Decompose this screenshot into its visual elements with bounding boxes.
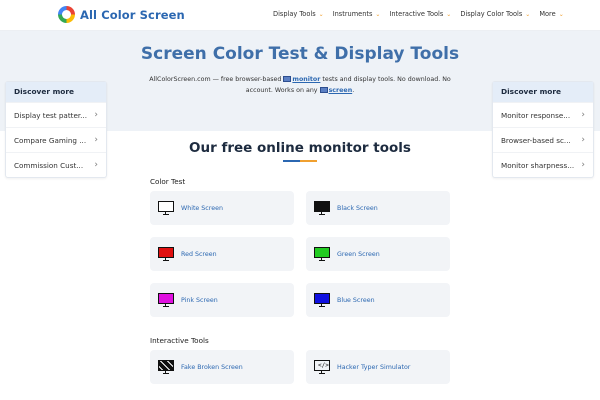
discover-more-heading: Discover more — [6, 82, 106, 102]
monitor-icon — [314, 293, 330, 307]
chevron-down-icon: ⌄ — [375, 10, 381, 18]
nav-display-tools[interactable]: Display Tools ⌄ — [273, 10, 324, 18]
discover-item[interactable]: Display test patter... › — [6, 102, 106, 127]
monitor-screen — [314, 201, 330, 212]
tool-label: Hacker Typer Simulator — [337, 363, 411, 371]
nav-label: Display Tools — [273, 10, 316, 18]
nav-instruments[interactable]: Instruments ⌄ — [333, 10, 381, 18]
monitor-screen — [158, 293, 174, 304]
screen-link[interactable]: screen — [329, 87, 353, 94]
tool-label: Fake Broken Screen — [181, 363, 243, 371]
tool-tile-black-screen[interactable]: Black Screen — [306, 191, 450, 225]
tool-tile-pink-screen[interactable]: Pink Screen — [150, 283, 294, 317]
chevron-right-icon: › — [94, 160, 98, 170]
nav-label: More — [539, 10, 556, 18]
monitor-icon — [158, 247, 174, 261]
discover-item-label: Monitor sharpness... — [501, 160, 575, 170]
discover-item-label: Display test patter... — [14, 110, 88, 120]
monitor-icon — [283, 76, 292, 82]
tool-label: Red Screen — [181, 250, 217, 258]
tool-tile-blue-screen[interactable]: Blue Screen — [306, 283, 450, 317]
chevron-down-icon: ⌄ — [318, 10, 324, 18]
monitor-icon — [158, 201, 174, 215]
monitor-icon — [314, 201, 330, 215]
color-ring-logo-icon — [58, 6, 75, 23]
logo-text: All Color Screen — [80, 7, 185, 22]
chevron-down-icon: ⌄ — [558, 10, 564, 18]
group-label-interactive-tools: Interactive Tools — [150, 336, 209, 345]
tool-tile-hacker-typer[interactable]: </> Hacker Typer Simulator — [306, 350, 450, 384]
chevron-right-icon: › — [94, 110, 98, 120]
chevron-down-icon: ⌄ — [446, 10, 452, 18]
monitor-screen — [158, 247, 174, 258]
intro-text: AllColorScreen.com — free browser-based … — [145, 75, 455, 96]
intro-end: . — [352, 86, 355, 94]
main-nav: Display Tools ⌄ Instruments ⌄ Interactiv… — [273, 10, 573, 18]
site-logo[interactable]: All Color Screen — [58, 6, 185, 23]
tool-tile-red-screen[interactable]: Red Screen — [150, 237, 294, 271]
monitor-link[interactable]: monitor — [292, 76, 320, 83]
group-label-color-test: Color Test — [150, 177, 186, 186]
tool-tile-green-screen[interactable]: Green Screen — [306, 237, 450, 271]
tool-label: Pink Screen — [181, 296, 218, 304]
monitor-screen — [158, 201, 174, 212]
discover-item-label: Commission Cust... — [14, 160, 84, 170]
discover-more-left: Discover more Display test patter... › C… — [5, 81, 107, 178]
monitor-icon — [158, 293, 174, 307]
monitor-screen — [314, 247, 330, 258]
tool-label: Green Screen — [337, 250, 380, 258]
tool-label: Blue Screen — [337, 296, 375, 304]
discover-more-right: Discover more Monitor response... › Brow… — [492, 81, 594, 178]
nav-label: Display Color Tools — [460, 10, 523, 18]
chevron-right-icon: › — [581, 110, 585, 120]
nav-label: Instruments — [332, 10, 373, 18]
nav-label: Interactive Tools — [389, 10, 444, 18]
nav-more[interactable]: More ⌄ — [539, 10, 563, 18]
section-heading: Our free online monitor tools — [189, 140, 411, 156]
monitor-icon — [319, 86, 328, 93]
nav-interactive-tools[interactable]: Interactive Tools ⌄ — [389, 10, 451, 18]
site-header: All Color Screen Display Tools ⌄ Instrum… — [0, 0, 600, 31]
code-terminal-icon: </> — [314, 360, 330, 374]
discover-item-label: Monitor response... — [501, 110, 571, 120]
heading-underline — [283, 160, 317, 162]
intro-part-1: AllColorScreen.com — free browser-based — [149, 76, 282, 83]
tool-label: White Screen — [181, 204, 223, 212]
chevron-right-icon: › — [581, 160, 585, 170]
discover-more-heading: Discover more — [493, 82, 593, 102]
tool-label: Black Screen — [337, 204, 378, 212]
broken-screen-icon — [158, 360, 174, 374]
discover-item[interactable]: Monitor response... › — [493, 102, 593, 127]
tool-tile-fake-broken-screen[interactable]: Fake Broken Screen — [150, 350, 294, 384]
page-title: Screen Color Test & Display Tools — [140, 44, 460, 64]
code-glyph: </> — [318, 362, 329, 369]
monitor-screen — [314, 293, 330, 304]
tool-tile-white-screen[interactable]: White Screen — [150, 191, 294, 225]
nav-display-color-tools[interactable]: Display Color Tools ⌄ — [460, 10, 530, 18]
monitor-icon — [314, 247, 330, 261]
chevron-down-icon: ⌄ — [525, 10, 531, 18]
